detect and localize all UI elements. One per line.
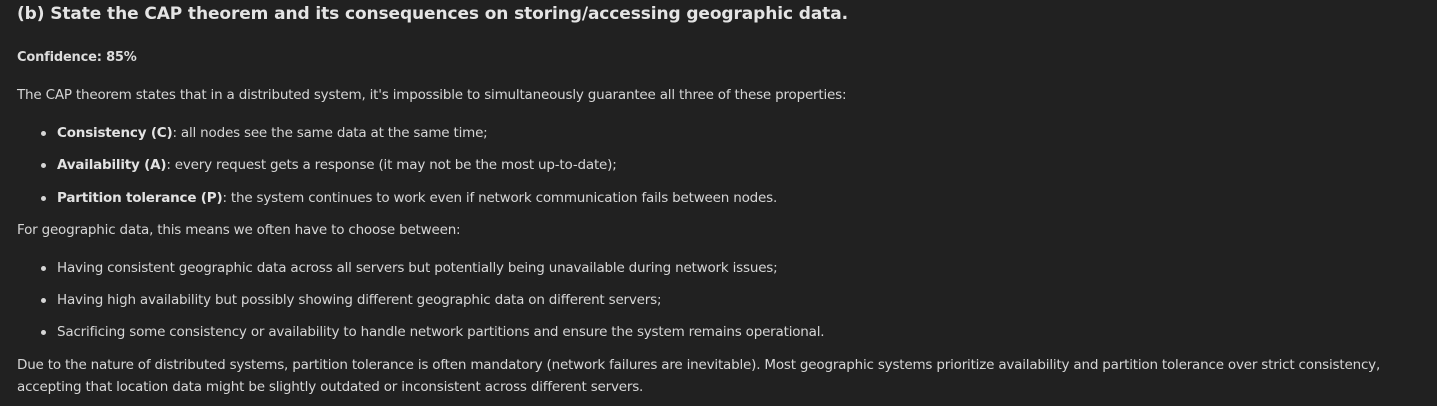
option-text: Having high availability but possibly sh… — [57, 292, 662, 308]
property-term: Availability (A) — [57, 157, 167, 173]
list-item: Having consistent geographic data across… — [17, 257, 778, 279]
property-description: : the system continues to work even if n… — [222, 190, 778, 206]
bullet-icon — [41, 196, 46, 201]
option-text: Sacrificing some consistency or availabi… — [57, 324, 825, 340]
list-item: Availability (A): every request gets a r… — [17, 154, 617, 176]
question-heading: (b) State the CAP theorem and its conseq… — [17, 4, 848, 24]
geo-intro-paragraph: For geographic data, this means we often… — [17, 222, 461, 238]
conclusion-paragraph: Due to the nature of distributed systems… — [17, 357, 1381, 395]
bullet-icon — [41, 298, 46, 303]
intro-paragraph: The CAP theorem states that in a distrib… — [17, 87, 847, 103]
bullet-icon — [41, 330, 46, 335]
property-description: : every request gets a response (it may … — [166, 157, 617, 173]
option-text: Having consistent geographic data across… — [57, 260, 778, 276]
property-term: Consistency (C) — [57, 125, 173, 141]
list-item: Having high availability but possibly sh… — [17, 289, 662, 311]
property-description: : all nodes see the same data at the sam… — [172, 125, 488, 141]
bullet-icon — [41, 131, 46, 136]
bullet-icon — [41, 163, 46, 168]
list-item: Sacrificing some consistency or availabi… — [17, 321, 825, 343]
property-term: Partition tolerance (P) — [57, 190, 223, 206]
bullet-icon — [41, 266, 46, 271]
list-item: Partition tolerance (P): the system cont… — [17, 187, 777, 209]
list-item: Consistency (C): all nodes see the same … — [17, 122, 488, 144]
confidence-label: Confidence: 85% — [17, 50, 137, 65]
